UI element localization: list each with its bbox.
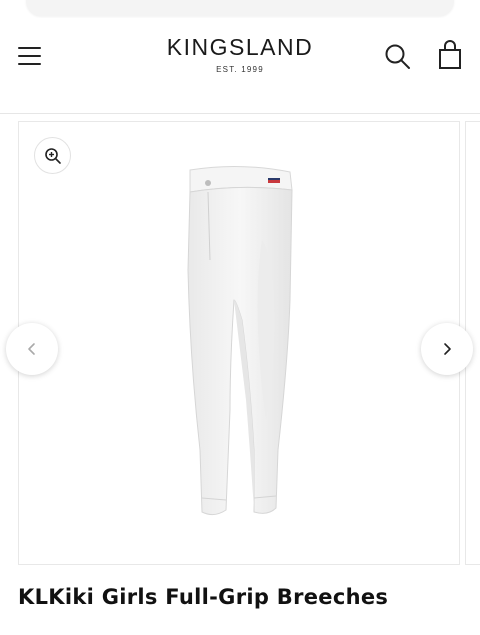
- hamburger-menu-icon-line: [18, 55, 41, 57]
- shopping-bag-icon: [439, 40, 461, 69]
- address-bar-edge: [26, 0, 454, 16]
- brand-name: KINGSLAND: [166, 34, 314, 60]
- chevron-right-icon: [444, 343, 451, 355]
- white-breeches-image: [187, 165, 293, 516]
- brand-established: EST. 1999: [216, 65, 264, 74]
- hamburger-menu-icon-line: [18, 47, 41, 49]
- browser-top-strip: [0, 0, 480, 18]
- hamburger-menu-icon-line: [18, 63, 41, 65]
- previous-image-button[interactable]: [6, 323, 58, 375]
- brand-logo[interactable]: KINGSLAND EST. 1999: [140, 33, 340, 74]
- product-title: KLKiki Girls Full-Grip Breeches: [18, 585, 389, 609]
- search-icon: [385, 44, 410, 69]
- menu-button[interactable]: [14, 40, 46, 72]
- zoom-button[interactable]: [34, 137, 71, 174]
- search-button[interactable]: [383, 42, 413, 72]
- next-image-button[interactable]: [421, 323, 473, 375]
- zoom-in-icon: [44, 147, 61, 164]
- chevron-left-icon: [28, 343, 35, 355]
- cart-button[interactable]: [435, 40, 465, 72]
- site-header: KINGSLAND EST. 1999: [0, 18, 480, 114]
